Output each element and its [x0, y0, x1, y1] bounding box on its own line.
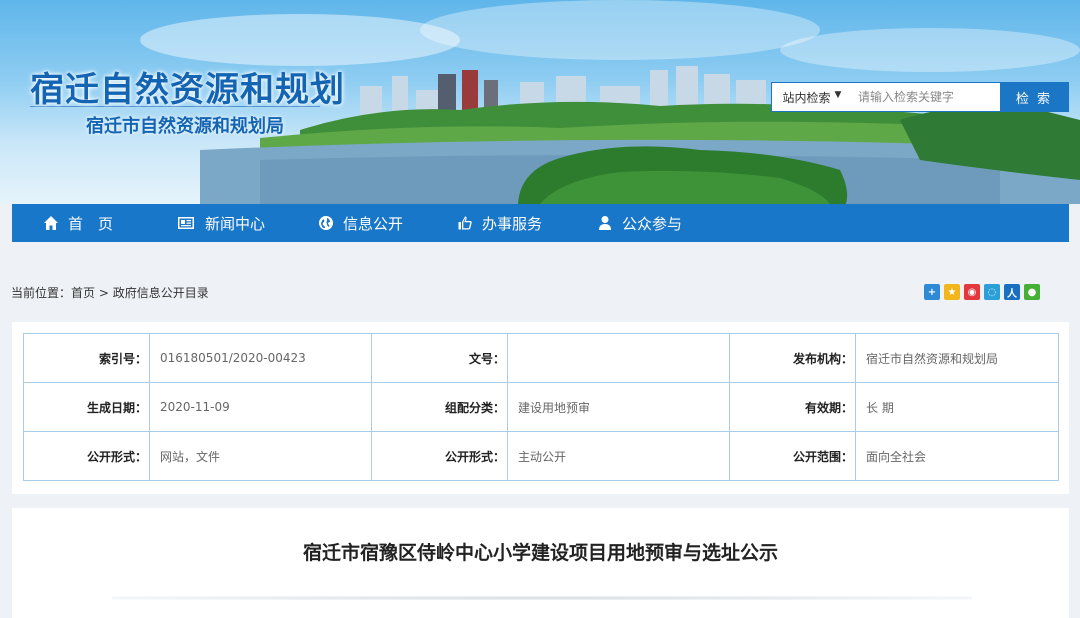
search-input[interactable] [852, 83, 1000, 111]
disclosure-scope-value: 面向全社会 [855, 431, 1059, 481]
newspaper-icon [175, 214, 197, 232]
home-icon [42, 214, 60, 232]
article-title: 宿迁市宿豫区侍岭中心小学建设项目用地预审与选址公示 [302, 542, 778, 564]
search-scope-dropdown[interactable]: 站内检索 ▼ [772, 83, 852, 111]
nav-item-info-disclosure[interactable]: 信息公开 [317, 204, 403, 242]
main-nav: 首 页 新闻中心 信息公开 办事服务 公众参与 [12, 204, 1069, 242]
index-number-label: 索引号： [23, 333, 150, 383]
publisher-label: 发布机构： [729, 333, 856, 383]
breadcrumb: 当前位置：首页 > 政府信息公开目录 [11, 284, 209, 301]
table-row: 生成日期： 2020-11-09 组配分类： 建设用地预审 有效期： 长 期 [23, 382, 1059, 432]
nav-item-label: 首 页 [68, 214, 114, 233]
disclosure-form-value: 网站，文件 [149, 431, 372, 481]
document-number-value [507, 333, 730, 383]
article-panel: 宿迁市宿豫区侍岭中心小学建设项目用地预审与选址公示 [12, 508, 1069, 618]
table-row: 公开形式： 网站，文件 公开形式： 主动公开 公开范围： 面向全社会 [23, 431, 1059, 481]
validity-value: 长 期 [855, 382, 1059, 432]
renren-icon[interactable]: 人 [1004, 284, 1020, 300]
nav-item-label: 信息公开 [343, 214, 404, 233]
nav-item-label: 办事服务 [482, 214, 543, 233]
breadcrumb-current[interactable]: 政府信息公开目录 [113, 286, 209, 300]
user-icon [596, 214, 614, 232]
thumbs-up-icon [456, 214, 474, 232]
document-number-label: 文号： [371, 333, 508, 383]
site-subtitle: 宿迁市自然资源和规划局 [86, 116, 284, 137]
metadata-table: 索引号： 016180501/2020-00423 文号： 发布机构： 宿迁市自… [23, 333, 1059, 481]
breadcrumb-separator: > [95, 286, 113, 300]
share-toolbar: + ★ ◉ ◌ 人 ● [924, 284, 1040, 300]
creation-date-label: 生成日期： [23, 382, 150, 432]
validity-label: 有效期： [729, 382, 856, 432]
title-divider [112, 596, 972, 600]
nav-item-public-participation[interactable]: 公众参与 [596, 204, 682, 242]
header-banner: 宿迁自然资源和规划 宿迁市自然资源和规划局 站内检索 ▼ 检 索 [0, 0, 1080, 204]
table-row: 索引号： 016180501/2020-00423 文号： 发布机构： 宿迁市自… [23, 333, 1059, 383]
disclosure-mode-label: 公开形式： [371, 431, 508, 481]
creation-date-value: 2020-11-09 [149, 382, 372, 432]
tencent-weibo-icon[interactable]: ◌ [984, 284, 1000, 300]
caret-down-icon: ▼ [834, 90, 842, 100]
globe-icon [317, 214, 335, 232]
metadata-panel: 索引号： 016180501/2020-00423 文号： 发布机构： 宿迁市自… [12, 322, 1069, 494]
search-button[interactable]: 检 索 [1000, 83, 1068, 111]
nav-item-services[interactable]: 办事服务 [456, 204, 542, 242]
disclosure-mode-value: 主动公开 [507, 431, 730, 481]
disclosure-form-label: 公开形式： [23, 431, 150, 481]
plus-share-icon[interactable]: + [924, 284, 940, 300]
category-value: 建设用地预审 [507, 382, 730, 432]
nav-item-home[interactable]: 首 页 [42, 204, 113, 242]
category-label: 组配分类： [371, 382, 508, 432]
breadcrumb-prefix: 当前位置： [11, 286, 72, 300]
nav-item-label: 新闻中心 [205, 214, 266, 233]
qzone-icon[interactable]: ★ [944, 284, 960, 300]
wechat-icon[interactable]: ● [1024, 284, 1040, 300]
weibo-icon[interactable]: ◉ [964, 284, 980, 300]
nav-item-label: 公众参与 [622, 214, 683, 233]
publisher-value: 宿迁市自然资源和规划局 [855, 333, 1059, 383]
disclosure-scope-label: 公开范围： [729, 431, 856, 481]
nav-item-news[interactable]: 新闻中心 [175, 204, 265, 242]
search-scope-label: 站内检索 [782, 90, 831, 105]
index-number-value: 016180501/2020-00423 [149, 333, 372, 383]
site-title[interactable]: 宿迁自然资源和规划 [30, 62, 345, 111]
site-search: 站内检索 ▼ 检 索 [771, 82, 1069, 112]
breadcrumb-home-link[interactable]: 首页 [71, 286, 95, 300]
